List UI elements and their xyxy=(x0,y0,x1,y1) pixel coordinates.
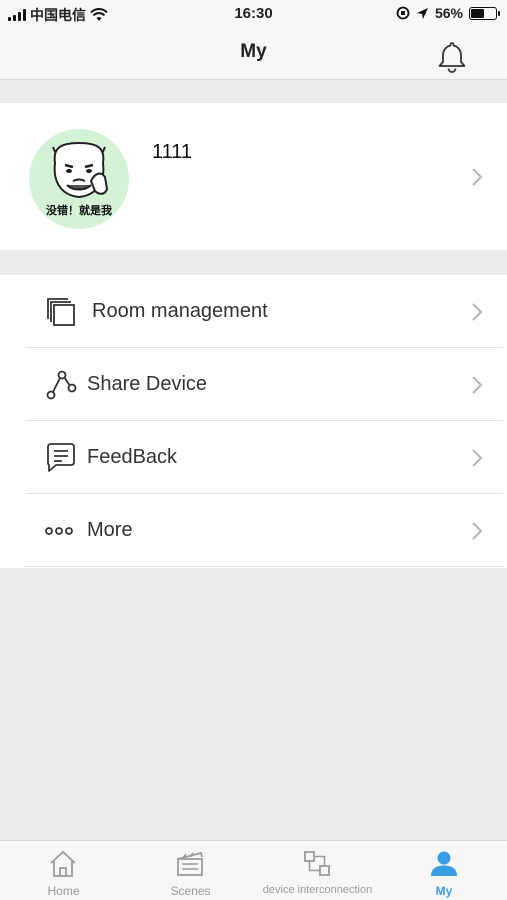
battery-icon xyxy=(469,6,500,20)
home-icon xyxy=(50,850,76,877)
tab-bar: Home Scenes device interconnection My xyxy=(0,840,507,900)
feedback-icon xyxy=(47,443,75,472)
menu-label-share-device: Share Device xyxy=(87,373,208,395)
menu-label-room-management: Room management xyxy=(92,300,268,322)
scenes-icon xyxy=(177,851,203,876)
menu-card: Room management Share Device FeedBack Mo… xyxy=(0,275,507,568)
tab-label-home: Home xyxy=(47,884,80,898)
avatar-caption: 没错！就是我 xyxy=(46,205,112,217)
battery-percent: 56% xyxy=(434,5,463,21)
menu-label-more: More xyxy=(87,519,133,541)
menu-item-room-management[interactable]: Room management xyxy=(0,275,507,348)
room-icon xyxy=(47,298,75,326)
username: 1111 xyxy=(152,141,193,163)
tab-label-device-interconnection: device interconnection xyxy=(262,884,373,896)
tab-scenes[interactable]: Scenes xyxy=(127,841,254,900)
tab-device-interconnection[interactable]: device interconnection xyxy=(254,841,381,900)
page-title: My xyxy=(240,41,267,62)
chevron-right-icon xyxy=(472,522,483,540)
menu-item-share-device[interactable]: Share Device xyxy=(0,348,507,421)
location-icon xyxy=(416,7,428,19)
menu-item-feedback[interactable]: FeedBack xyxy=(0,421,507,494)
menu-label-feedback: FeedBack xyxy=(87,446,178,468)
chevron-right-icon xyxy=(472,303,483,321)
battery-fill xyxy=(471,8,485,18)
chevron-right-icon xyxy=(472,168,483,186)
chevron-right-icon xyxy=(472,376,483,394)
chevron-right-icon xyxy=(472,449,483,467)
user-icon xyxy=(431,851,457,876)
more-icon xyxy=(45,527,73,535)
nav-bar: My xyxy=(0,28,507,80)
menu-item-more[interactable]: More xyxy=(0,494,507,567)
tab-home[interactable]: Home xyxy=(0,841,127,900)
avatar[interactable]: 没错！就是我 xyxy=(29,129,129,229)
tab-label-my: My xyxy=(435,884,453,898)
device-interconnection-icon xyxy=(304,851,330,876)
profile-card[interactable]: 没错！就是我 1111 xyxy=(0,103,507,250)
tab-my[interactable]: My xyxy=(381,841,507,900)
bell-icon[interactable] xyxy=(435,40,469,74)
status-right: 56% xyxy=(396,5,500,21)
divider xyxy=(26,566,503,567)
orientation-lock-icon xyxy=(396,6,410,20)
share-icon xyxy=(46,370,77,400)
status-bar: 中国电信 16:30 56% xyxy=(0,0,507,28)
tab-label-scenes: Scenes xyxy=(170,884,211,898)
